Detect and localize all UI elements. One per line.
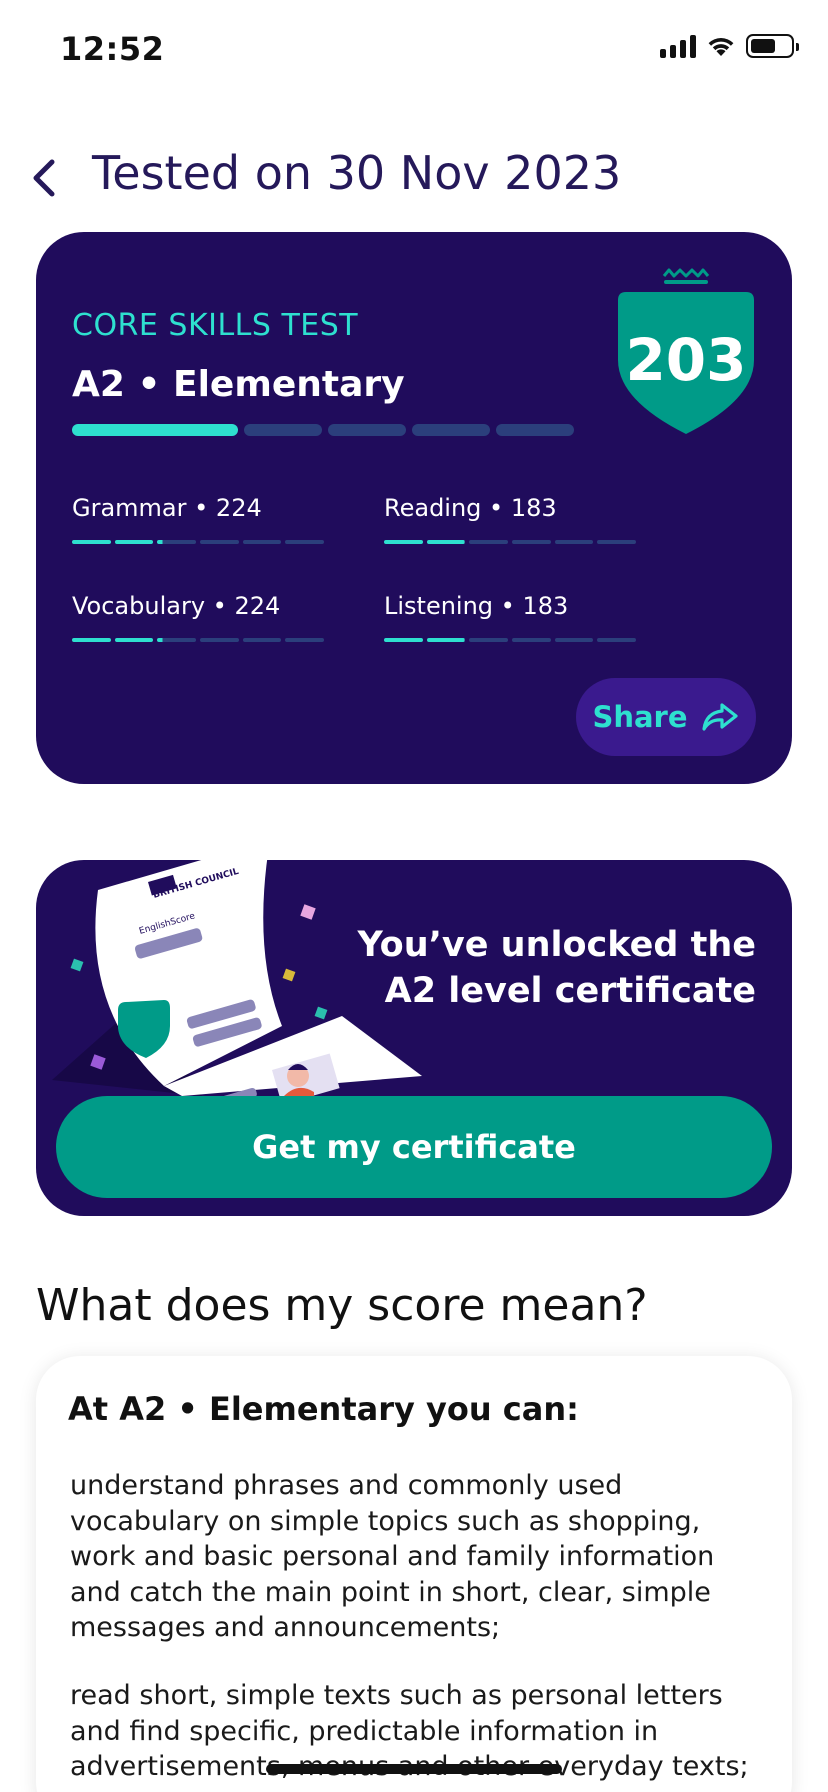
level-label: A2 • Elementary bbox=[72, 364, 405, 405]
score-badge: 203 bbox=[614, 264, 758, 454]
share-label: Share bbox=[592, 700, 688, 734]
wifi-icon bbox=[708, 37, 734, 56]
skill-progress-bar bbox=[384, 540, 636, 544]
skill-segment bbox=[72, 638, 111, 642]
level-segment bbox=[72, 424, 238, 436]
header: Tested on 30 Nov 2023 bbox=[0, 140, 828, 220]
skill-segment bbox=[114, 638, 154, 642]
skill-label: Reading • 183 bbox=[384, 494, 557, 522]
skill-segment bbox=[597, 540, 636, 544]
skill-segment bbox=[469, 540, 508, 544]
status-time: 12:52 bbox=[60, 30, 165, 68]
get-certificate-label: Get my certificate bbox=[252, 1128, 576, 1166]
skill-segment bbox=[426, 638, 466, 642]
skill-segment bbox=[199, 638, 239, 642]
skill-progress-bar bbox=[72, 638, 324, 642]
meaning-paragraph: understand phrases and commonly used voc… bbox=[70, 1470, 715, 1643]
skill-segment bbox=[72, 540, 111, 544]
skill-progress-bar bbox=[72, 540, 324, 544]
skill-segment bbox=[384, 638, 423, 642]
score-card: CORE SKILLS TEST A2 • Elementary 203 Gra… bbox=[36, 232, 792, 784]
battery-icon bbox=[746, 34, 799, 58]
skill-segment bbox=[597, 638, 636, 642]
back-button[interactable] bbox=[22, 148, 72, 208]
skill-label: Listening • 183 bbox=[384, 592, 569, 620]
status-icons bbox=[660, 34, 799, 58]
signal-icon bbox=[660, 34, 696, 58]
skill-segment bbox=[242, 638, 282, 642]
skill-segment bbox=[157, 638, 196, 642]
level-segment bbox=[328, 424, 406, 436]
skill-progress-bar bbox=[384, 638, 636, 642]
skill-segment bbox=[285, 540, 324, 544]
get-certificate-button[interactable]: Get my certificate bbox=[56, 1096, 772, 1198]
skill-segment bbox=[554, 638, 594, 642]
skill-listening: Listening • 183 bbox=[384, 592, 636, 642]
skill-segment bbox=[511, 540, 551, 544]
home-indicator[interactable] bbox=[266, 1764, 562, 1774]
status-bar: 12:52 bbox=[0, 0, 828, 100]
skill-segment bbox=[285, 638, 324, 642]
skill-segment bbox=[242, 540, 282, 544]
share-arrow-icon bbox=[701, 703, 738, 731]
skill-label: Vocabulary • 224 bbox=[72, 592, 281, 620]
level-segment bbox=[412, 424, 490, 436]
meaning-heading: At A2 • Elementary you can: bbox=[68, 1390, 579, 1428]
skill-segment bbox=[114, 540, 154, 544]
skill-segment bbox=[157, 540, 196, 544]
level-segment bbox=[244, 424, 322, 436]
chevron-left-icon bbox=[33, 159, 55, 197]
overall-score: 203 bbox=[625, 326, 747, 394]
skill-segment bbox=[384, 540, 423, 544]
skill-segment bbox=[554, 540, 594, 544]
skill-segment bbox=[469, 638, 508, 642]
skill-vocabulary: Vocabulary • 224 bbox=[72, 592, 324, 642]
level-segment bbox=[496, 424, 574, 436]
score-meaning-card: At A2 • Elementary you can: understand p… bbox=[36, 1356, 792, 1792]
level-progress-bar bbox=[72, 424, 574, 436]
skill-reading: Reading • 183 bbox=[384, 494, 636, 544]
page-title: Tested on 30 Nov 2023 bbox=[92, 146, 622, 200]
skill-grammar: Grammar • 224 bbox=[72, 494, 324, 544]
section-title: What does my score mean? bbox=[36, 1280, 648, 1331]
skill-label: Grammar • 224 bbox=[72, 494, 262, 522]
skill-segment bbox=[199, 540, 239, 544]
skill-segment bbox=[426, 540, 466, 544]
certificate-message: You’ve unlocked the A2 level certificate bbox=[357, 925, 756, 1011]
certificate-card: BRITISH COUNCIL EnglishScore You’ve unlo… bbox=[36, 840, 792, 1216]
share-button[interactable]: Share bbox=[576, 678, 756, 756]
skill-segment bbox=[511, 638, 551, 642]
test-name: CORE SKILLS TEST bbox=[72, 308, 359, 343]
